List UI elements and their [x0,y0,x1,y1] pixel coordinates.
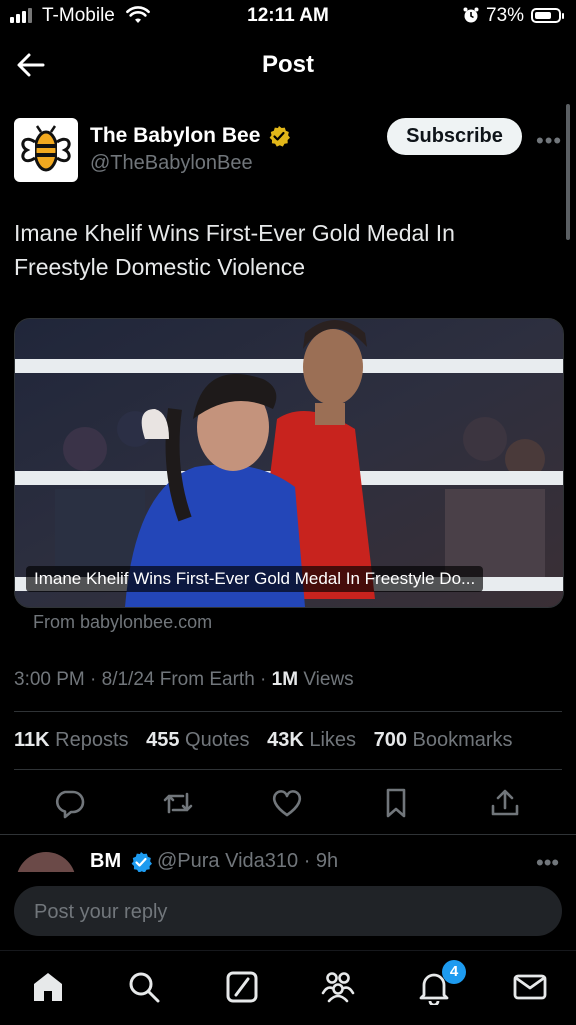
repost-icon[interactable] [161,786,195,820]
link-card-image[interactable] [14,318,564,608]
bookmarks-count: 700 [373,729,407,751]
share-icon[interactable] [488,786,522,820]
card-caption: Imane Khelif Wins First-Ever Gold Medal … [26,566,484,592]
author-name[interactable]: The Babylon Bee [90,124,260,148]
home-icon[interactable] [30,969,66,1005]
likes-label: Likes [303,729,357,751]
reposts-count: 11K [14,729,50,751]
scroll-indicator [566,104,570,240]
babylon-bee-logo-icon [21,125,71,172]
grok-icon[interactable] [224,969,260,1005]
reposts-label: Reposts [49,729,129,751]
divider [14,711,562,712]
author-handle[interactable]: @TheBabylonBee [90,152,253,175]
verified-badge-icon[interactable] [268,125,290,147]
search-icon[interactable] [126,969,162,1005]
views-label: Views [298,669,354,690]
views-count: 1M [271,669,299,690]
post-text: Imane Khelif Wins First-Ever Gold Medal … [14,220,455,280]
reply-icon[interactable] [52,786,86,820]
boxing-photo [15,319,563,607]
battery-icon [531,8,564,23]
communities-icon[interactable] [320,969,356,1005]
reply-composer[interactable] [14,886,562,938]
reply-author-name[interactable]: BM [90,850,121,873]
status-bar: T-Mobile 12:11 AM 73% [0,0,576,32]
divider [0,834,576,835]
bottom-tab-bar [0,950,576,1025]
verified-badge-icon [131,852,152,873]
more-options-icon[interactable]: ••• [536,128,562,154]
reposts-stat[interactable]: 11K Reposts [14,729,129,751]
notifications-badge: 4 [442,960,466,984]
quotes-label: Quotes [179,729,250,751]
likes-count: 43K [267,729,304,751]
card-source-link[interactable]: From babylonbee.com [33,612,212,633]
engagement-stats: 11K Reposts 455 Quotes 43K Likes 700 Boo… [14,729,525,752]
page-title: Post [261,51,314,78]
battery-percent: 73% [486,5,525,26]
quotes-stat[interactable]: 455 Quotes [146,729,249,751]
bookmark-icon[interactable] [379,786,413,820]
quotes-count: 455 [146,729,180,751]
post-timestamp: 3:00 PM · 8/1/24 From Earth · [14,669,272,690]
bookmarks-label: Bookmarks [406,729,513,751]
reply-author-handle[interactable]: @Pura Vida310 · 9h [157,850,338,873]
subscribe-button[interactable]: Subscribe [387,118,522,155]
like-icon[interactable] [270,786,304,820]
reply-input[interactable] [32,886,536,938]
top-app-bar: Post [0,40,576,90]
divider [14,769,562,770]
bookmarks-stat[interactable]: 700 Bookmarks [374,729,513,751]
messages-icon[interactable] [512,969,548,1005]
author-avatar[interactable] [14,118,78,182]
post-meta: 3:00 PM · 8/1/24 From Earth · 1M Views [14,669,354,691]
alarm-icon [463,7,479,23]
likes-stat[interactable]: 43K Likes [267,729,356,751]
